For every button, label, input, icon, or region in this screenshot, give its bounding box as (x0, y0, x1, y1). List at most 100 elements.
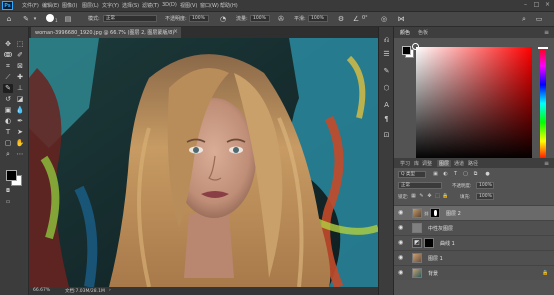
brush-tool-preset-icon[interactable]: ✎ (22, 15, 30, 23)
menu-layer[interactable]: 图层(L) (82, 2, 99, 9)
angle-icon[interactable]: ∠ (352, 15, 360, 23)
menu-3d[interactable]: 3D(D) (162, 2, 177, 8)
visibility-eye-icon[interactable]: ◉ (398, 255, 405, 261)
layer-opacity-input[interactable]: 100% (476, 182, 494, 189)
zoom-level[interactable]: 66.67% (33, 288, 50, 293)
tab-libraries[interactable]: 库 (414, 160, 419, 167)
symmetry-icon[interactable]: ⋈ (397, 15, 405, 23)
layer-mask-thumbnail[interactable] (424, 238, 434, 248)
home-icon[interactable]: ⌂ (5, 15, 13, 23)
gradient-tool-icon[interactable]: ▣ (3, 106, 13, 115)
filter-smart-icon[interactable]: ⧉ (472, 171, 479, 178)
workspace-icon[interactable]: ▭ (535, 15, 543, 23)
quick-select-tool-icon[interactable]: ✐ (15, 51, 25, 60)
chevron-down-icon[interactable]: ▾ (31, 15, 39, 23)
canvas-area[interactable] (29, 38, 378, 287)
menu-type[interactable]: 文字(Y) (102, 2, 119, 9)
properties-panel-icon[interactable]: ☰ (382, 50, 391, 59)
visibility-eye-icon[interactable]: ◉ (398, 270, 405, 276)
lock-pixels-icon[interactable]: ✎ (418, 193, 425, 200)
character-panel-icon[interactable]: A (382, 101, 391, 110)
layer-row[interactable]: ◉ 图层 1 (394, 250, 554, 265)
close-icon[interactable]: × (173, 28, 178, 35)
color-picker-cursor[interactable] (412, 43, 419, 50)
filter-toggle-icon[interactable]: ● (484, 171, 491, 178)
angle-value[interactable]: 0° (362, 15, 368, 21)
stamp-tool-icon[interactable]: ⊥ (15, 84, 25, 93)
layers-menu-icon[interactable]: ≡ (544, 160, 549, 167)
more-tools-icon[interactable]: ⋯ (15, 150, 25, 159)
visibility-eye-icon[interactable]: ◉ (398, 225, 405, 231)
lock-artboard-icon[interactable]: ⬚ (434, 193, 441, 200)
menu-edit[interactable]: 编辑(E) (42, 2, 59, 9)
brush-tool-icon[interactable]: ✎ (3, 84, 13, 93)
filter-adjustment-icon[interactable]: ◐ (442, 171, 449, 178)
layer-name[interactable]: 图层 2 (446, 210, 461, 217)
move-tool-icon[interactable]: ✥ (3, 40, 13, 49)
filter-type-icon[interactable]: T (452, 171, 459, 178)
menu-image[interactable]: 图像(I) (62, 2, 77, 9)
healing-tool-icon[interactable]: ✚ (15, 73, 25, 82)
layer-row[interactable]: ◉ ⛓ 图层 2 (394, 205, 554, 220)
3d-panel-icon[interactable]: ⬡ (382, 84, 391, 93)
document-tab[interactable]: woman-3996680_1920.jpg @ 66.7% (图层 2, 图层… (31, 27, 181, 38)
eraser-tool-icon[interactable]: ◪ (15, 95, 25, 104)
zoom-tool-icon[interactable]: ⌕ (3, 150, 13, 159)
menu-help[interactable]: 帮助(H) (220, 2, 238, 9)
panel-menu-icon[interactable]: ≡ (544, 29, 549, 36)
lock-transparent-icon[interactable]: ▦ (410, 193, 417, 200)
menu-view[interactable]: 视图(V) (180, 2, 197, 9)
menu-window[interactable]: 窗口(W) (200, 2, 219, 9)
layer-mask-thumbnail[interactable] (430, 208, 440, 218)
hand-tool-icon[interactable]: ✋ (15, 139, 25, 148)
text-tool-icon[interactable]: T (3, 128, 13, 137)
layer-thumbnail[interactable] (412, 223, 422, 233)
layer-filter-select[interactable]: Q 类型 (398, 171, 426, 178)
brush-settings-icon[interactable]: ▤ (64, 15, 72, 23)
layer-thumbnail[interactable] (412, 208, 422, 218)
history-panel-icon[interactable]: ⎌ (382, 36, 391, 45)
history-brush-tool-icon[interactable]: ↺ (3, 95, 13, 104)
foreground-color-mini[interactable] (402, 46, 411, 55)
layer-name[interactable]: 曲线 1 (440, 240, 455, 247)
visibility-eye-icon[interactable]: ◉ (398, 210, 405, 216)
layer-name[interactable]: 图层 1 (428, 255, 443, 262)
smoothing-settings-icon[interactable]: ⚙ (337, 15, 345, 23)
marquee-tool-icon[interactable]: ⬚ (15, 40, 25, 49)
tab-swatches[interactable]: 色板 (418, 29, 428, 36)
color-picker-field[interactable] (412, 43, 532, 160)
visibility-eye-icon[interactable]: ◉ (398, 240, 405, 246)
brush-size-preview[interactable] (46, 14, 54, 22)
layer-row[interactable]: ◉ ◩ 曲线 1 (394, 235, 554, 250)
path-select-tool-icon[interactable]: ➤ (15, 128, 25, 137)
filter-shape-icon[interactable]: ▢ (462, 171, 469, 178)
foreground-color-swatch[interactable] (6, 170, 17, 181)
flow-input[interactable]: 100% (250, 15, 270, 22)
paragraph-panel-icon[interactable]: ¶ (382, 115, 391, 124)
search-icon[interactable]: ⌕ (520, 15, 528, 23)
lock-all-icon[interactable]: 🔒 (442, 193, 449, 200)
mode-select[interactable]: 正常 (103, 15, 157, 22)
rectangle-tool-icon[interactable]: ▢ (3, 139, 13, 148)
tab-learn[interactable]: 学习 (400, 160, 410, 167)
lock-position-icon[interactable]: ✥ (426, 193, 433, 200)
tab-channels[interactable]: 通道 (454, 160, 464, 167)
layer-thumbnail[interactable] (412, 253, 422, 263)
hue-slider-handle[interactable] (538, 47, 548, 49)
frame-tool-icon[interactable]: ⊠ (15, 62, 25, 71)
hue-slider[interactable] (538, 47, 548, 160)
layer-row[interactable]: ◉ 背景 🔒 (394, 265, 554, 280)
status-arrow-icon[interactable]: › (109, 288, 111, 293)
lasso-tool-icon[interactable]: ↂ (3, 51, 13, 60)
pressure-size-icon[interactable]: ◎ (380, 15, 388, 23)
crop-tool-icon[interactable]: ⌗ (3, 62, 13, 71)
smoothing-input[interactable]: 100% (308, 15, 328, 22)
opacity-input[interactable]: 100% (189, 15, 209, 22)
tool-presets-icon[interactable]: ⊡ (382, 131, 391, 140)
tab-adjustments[interactable]: 调整 (422, 160, 432, 167)
eyedropper-tool-icon[interactable]: ⟋ (3, 73, 13, 82)
curves-adjustment-icon[interactable]: ◩ (412, 238, 422, 248)
pen-tool-icon[interactable]: ✒ (15, 117, 25, 126)
tab-color[interactable]: 颜色 (400, 29, 410, 36)
maximize-button[interactable]: □ (532, 1, 541, 9)
